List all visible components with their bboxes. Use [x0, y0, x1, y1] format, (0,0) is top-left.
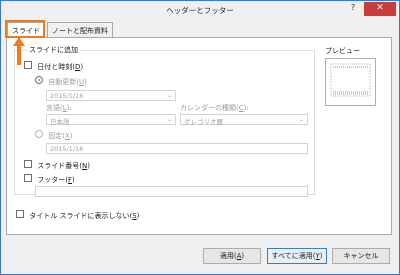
footer-option[interactable]: フッター(F): [24, 174, 75, 185]
slide-number-option[interactable]: スライド番号(N): [24, 160, 90, 171]
chevron-down-icon: ⌄: [166, 92, 172, 99]
date-time-option[interactable]: 日付と時刻(D): [24, 61, 83, 72]
apply-all-button[interactable]: すべてに適用(Y): [267, 248, 327, 264]
group-label: スライドに追加: [27, 45, 80, 55]
fixed-radio[interactable]: [35, 130, 43, 138]
title-bar[interactable]: ヘッダーとフッター ? ✕: [1, 1, 399, 18]
footer-label: フッター(F): [37, 176, 75, 184]
chevron-down-icon: ⌄: [298, 116, 304, 123]
footer-checkbox[interactable]: [24, 174, 32, 182]
calendar-label: カレンダーの種類(C):: [180, 104, 249, 112]
footer-text-input[interactable]: [35, 186, 308, 197]
date-time-label: 日付と時刻(D): [37, 63, 84, 71]
fixed-date-input[interactable]: 2015/1/16: [46, 143, 308, 154]
preview-label: プレビュー: [325, 47, 360, 55]
tab-notes-handouts-label: ノートと配布資料: [52, 27, 108, 35]
hide-on-title-slide-checkbox[interactable]: [16, 210, 24, 218]
auto-update-date-value: 2015/1/16: [50, 92, 84, 100]
language-value: 日本語: [50, 118, 70, 126]
language-label: 言語(L):: [46, 104, 72, 112]
up-arrow-icon: [13, 37, 25, 65]
slide-preview-thumbnail: [330, 63, 371, 97]
auto-update-date-dropdown[interactable]: 2015/1/16 ⌄: [46, 90, 176, 101]
tab-notes-handouts[interactable]: ノートと配布資料: [47, 22, 113, 37]
auto-update-radio[interactable]: [35, 76, 43, 84]
apply-button[interactable]: 適用(A): [203, 248, 261, 264]
fixed-option[interactable]: 固定(X): [35, 130, 73, 141]
help-button[interactable]: ?: [347, 3, 359, 15]
hide-on-title-slide-option[interactable]: タイトル スライドに表示しない(S): [16, 210, 139, 221]
language-dropdown[interactable]: 日本語 ⌄: [46, 114, 176, 126]
dialog-title: ヘッダーとフッター: [166, 6, 234, 15]
close-button[interactable]: ✕: [364, 2, 396, 16]
slide-preview: [325, 58, 376, 106]
auto-update-option[interactable]: 自動更新(U): [35, 76, 87, 87]
auto-update-label: 自動更新(U): [48, 78, 87, 86]
fixed-label: 固定(X): [48, 132, 73, 140]
slide-number-checkbox[interactable]: [24, 160, 32, 168]
hide-on-title-slide-label: タイトル スライドに表示しない(S): [29, 212, 140, 220]
calendar-value: グレゴリオ暦: [184, 118, 223, 126]
cancel-button[interactable]: キャンセル: [332, 248, 390, 264]
chevron-down-icon: ⌄: [166, 116, 172, 123]
fixed-date-value: 2015/1/16: [50, 145, 84, 153]
calendar-dropdown[interactable]: グレゴリオ暦 ⌄: [180, 114, 308, 126]
slide-number-label: スライド番号(N): [37, 162, 90, 170]
